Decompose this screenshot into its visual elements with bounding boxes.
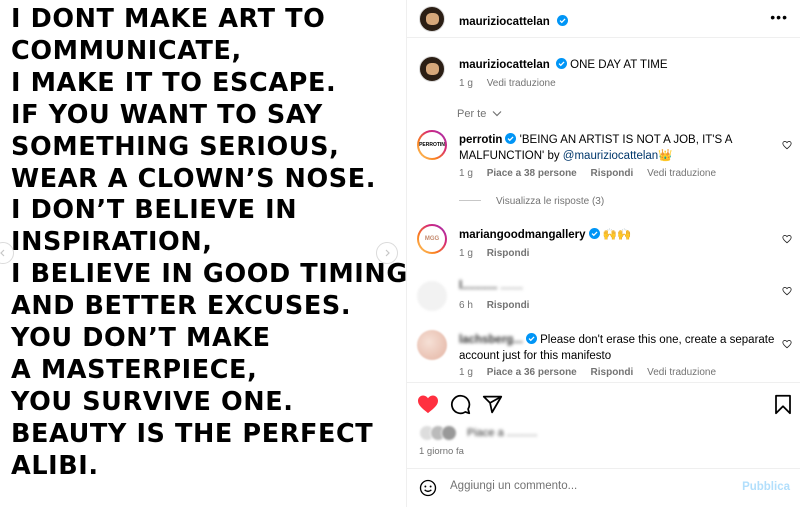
- comment-filter[interactable]: Per te: [457, 108, 502, 120]
- comment-meta: 6 h Rispondi: [459, 300, 540, 311]
- avatar[interactable]: [417, 281, 447, 311]
- verified-icon: [505, 133, 517, 144]
- liker-avatars[interactable]: [419, 425, 459, 441]
- heart-icon[interactable]: [782, 140, 792, 150]
- comment-username[interactable]: perrotin: [459, 134, 502, 146]
- comment-input[interactable]: [450, 480, 730, 492]
- comment-time[interactable]: 1 g: [459, 248, 473, 259]
- reply-button[interactable]: Rispondi: [591, 367, 634, 378]
- comment-likes[interactable]: Piace a 38 persone: [487, 168, 577, 179]
- heart-icon[interactable]: [417, 394, 439, 414]
- chevron-left-icon: [0, 249, 5, 257]
- manifesto-line: ALIBI.: [11, 450, 99, 481]
- likes-summary[interactable]: Piace a ..........: [467, 427, 537, 439]
- heart-icon[interactable]: [782, 339, 792, 349]
- manifesto-line: SOMETHING SERIOUS,: [11, 131, 340, 162]
- comment-text: .......: [500, 280, 523, 292]
- comment: perrotin 'BEING AN ARTIST IS NOT A JOB, …: [459, 132, 779, 164]
- avatar-label: MGG: [421, 228, 443, 250]
- manifesto-text: I DONT MAKE ART TO COMMUNICATE, I MAKE I…: [11, 4, 408, 483]
- comment-likes[interactable]: Piace a 36 persone: [487, 367, 577, 378]
- manifesto-line: INSPIRATION,: [11, 227, 213, 258]
- caption-meta: 1 g Vedi traduzione: [459, 78, 567, 89]
- emoji-icon[interactable]: [419, 479, 437, 497]
- mention-link[interactable]: @mauriziocattelan: [563, 150, 658, 162]
- view-replies-label: Visualizza le risposte (3): [496, 196, 605, 207]
- publish-button[interactable]: Pubblica: [742, 481, 790, 493]
- caption-time[interactable]: 1 g: [459, 78, 473, 89]
- comment-text: 🙌🙌: [602, 229, 632, 241]
- manifesto-line: I MAKE IT TO ESCAPE.: [11, 67, 337, 98]
- manifesto-line: I BELIEVE IN GOOD TIMING: [11, 259, 408, 290]
- reply-button[interactable]: Rispondi: [487, 248, 530, 259]
- see-translation-link[interactable]: Vedi traduzione: [647, 367, 716, 378]
- manifesto-line: IF YOU WANT TO SAY: [11, 99, 323, 130]
- manifesto-line: A MASTERPIECE,: [11, 354, 258, 385]
- manifesto-line: YOU DON’T MAKE: [11, 323, 271, 354]
- comment-username[interactable]: mariangoodmangallery: [459, 229, 586, 241]
- next-button[interactable]: [376, 242, 398, 264]
- comment-meta: 1 g Rispondi: [459, 248, 540, 259]
- avatar[interactable]: [419, 6, 445, 32]
- composer-divider: [407, 468, 800, 469]
- post-time[interactable]: 1 giorno fa: [419, 446, 464, 457]
- header-username[interactable]: mauriziocattelan: [459, 16, 550, 28]
- see-translation-link[interactable]: Vedi traduzione: [647, 168, 716, 179]
- caption-text: ONE DAY AT TIME: [570, 59, 668, 71]
- comment-emoji: 👑: [658, 150, 673, 162]
- more-options-button[interactable]: •••: [770, 10, 788, 24]
- verified-icon: [555, 58, 567, 69]
- manifesto-line: BEAUTY IS THE PERFECT: [11, 418, 374, 449]
- post-image: I DONT MAKE ART TO COMMUNICATE, I MAKE I…: [0, 0, 408, 507]
- manifesto-line: YOU SURVIVE ONE.: [11, 386, 294, 417]
- comment-time[interactable]: 1 g: [459, 168, 473, 179]
- share-icon[interactable]: [482, 394, 503, 415]
- verified-icon: [588, 228, 600, 239]
- see-translation-link[interactable]: Vedi traduzione: [487, 78, 556, 89]
- comment-meta: 1 g Piace a 38 persone Rispondi Vedi tra…: [459, 168, 727, 179]
- comment-icon[interactable]: [450, 394, 471, 415]
- bookmark-icon[interactable]: [774, 394, 792, 415]
- reply-button[interactable]: Rispondi: [487, 300, 530, 311]
- manifesto-line: COMMUNICATE,: [11, 35, 242, 66]
- post-header: mauriziocattelan •••: [407, 0, 800, 38]
- comments-panel: mauriziocattelan ••• mauriziocattelan ON…: [407, 0, 800, 507]
- comment: mariangoodmangallery 🙌🙌: [459, 227, 779, 243]
- avatar[interactable]: MGG: [417, 224, 447, 254]
- filter-label: Per te: [457, 108, 487, 120]
- reply-button[interactable]: Rispondi: [591, 168, 634, 179]
- avatar[interactable]: PERROTIN: [417, 130, 447, 160]
- verified-icon: [525, 333, 537, 344]
- comment-username[interactable]: l...........: [459, 280, 497, 292]
- view-replies[interactable]: Visualizza le risposte (3): [459, 196, 604, 207]
- comment-time[interactable]: 1 g: [459, 367, 473, 378]
- manifesto-line: I DONT MAKE ART TO: [11, 4, 326, 34]
- avatar[interactable]: [419, 56, 445, 82]
- actions-divider: [407, 382, 800, 383]
- caption: mauriziocattelan ONE DAY AT TIME: [459, 58, 668, 71]
- manifesto-line: I DON’T BELIEVE IN: [11, 195, 298, 226]
- comment-username[interactable]: lachsberg...: [459, 334, 523, 346]
- heart-icon[interactable]: [782, 286, 792, 296]
- heart-icon[interactable]: [782, 234, 792, 244]
- comment: lachsberg... Please don't erase this one…: [459, 332, 779, 364]
- avatar-label: PERROTIN: [419, 134, 445, 156]
- comment-meta: 1 g Piace a 36 persone Rispondi Vedi tra…: [459, 367, 727, 378]
- comment-time[interactable]: 6 h: [459, 300, 473, 311]
- chevron-right-icon: [385, 249, 390, 257]
- avatar[interactable]: [417, 330, 447, 360]
- verified-icon: [557, 15, 569, 26]
- chevron-down-icon: [492, 111, 502, 117]
- caption-username[interactable]: mauriziocattelan: [459, 59, 550, 71]
- manifesto-line: WEAR A CLOWN’S NOSE.: [11, 163, 377, 194]
- manifesto-line: AND BETTER EXCUSES.: [11, 291, 352, 322]
- comment: l........... .......: [459, 278, 779, 294]
- replies-dash: [459, 200, 481, 201]
